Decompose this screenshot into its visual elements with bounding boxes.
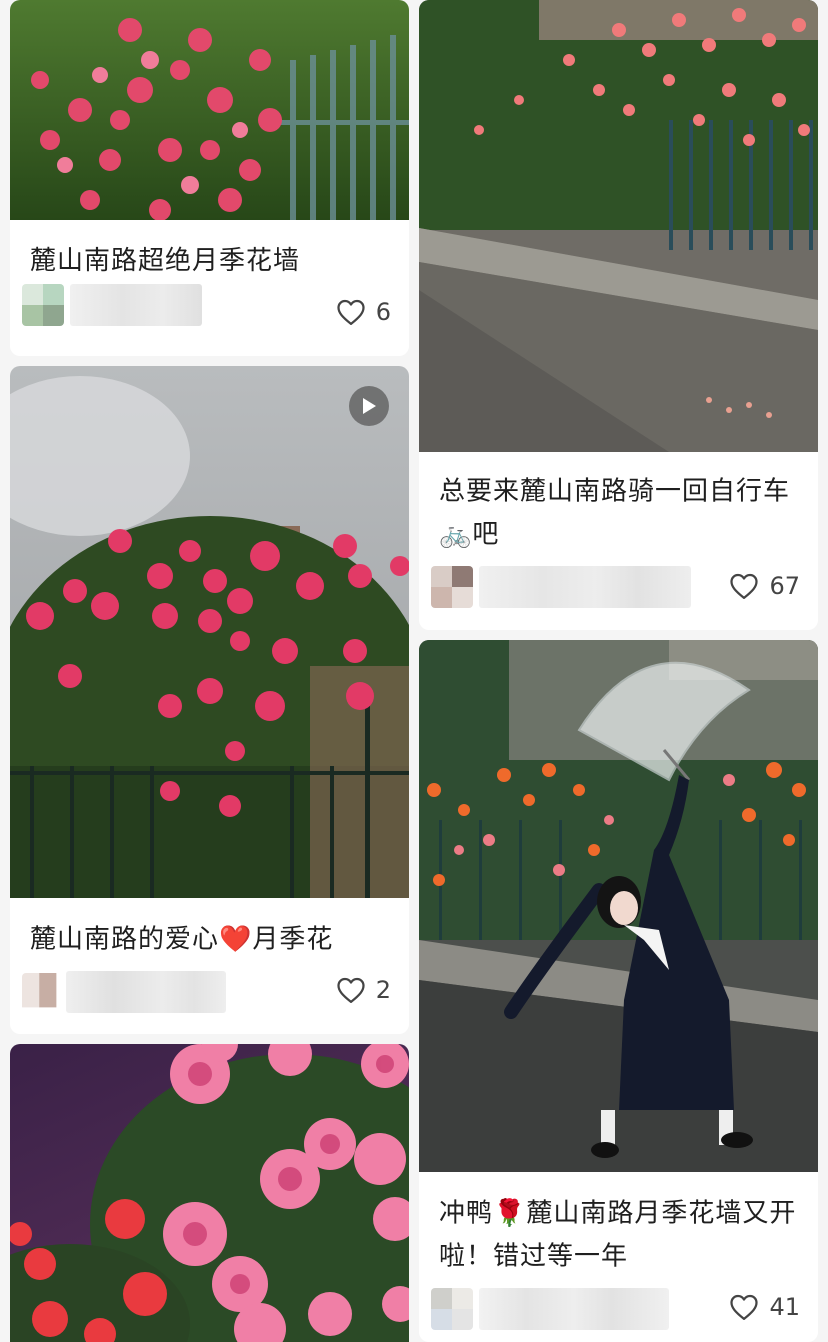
card-2-title[interactable]: 总要来麓山南路骑一回自行车🚲吧: [439, 470, 800, 555]
like-count: 67: [769, 572, 800, 600]
card-4-photo[interactable]: [419, 640, 818, 1172]
note-card-5[interactable]: [10, 1044, 409, 1342]
note-card-1[interactable]: 麓山南路超绝月季花墙 6: [10, 0, 409, 356]
avatar[interactable]: [431, 1288, 473, 1330]
card-3-title[interactable]: 麓山南路的爱心❤️月季花: [30, 918, 391, 961]
note-card-2[interactable]: 总要来麓山南路骑一回自行车🚲吧 67: [419, 0, 818, 630]
avatar[interactable]: [431, 566, 473, 608]
card-3-photo[interactable]: [10, 366, 409, 898]
card-2-photo[interactable]: [419, 0, 818, 452]
avatar[interactable]: [22, 973, 60, 1011]
play-icon: [363, 398, 376, 414]
author-name-blurred[interactable]: [479, 566, 691, 608]
heart-outline-icon: [730, 1294, 759, 1320]
note-card-4[interactable]: 冲鸭🌹麓山南路月季花墙又开啦！错过等一年 41: [419, 640, 818, 1342]
bicycle-emoji-icon: 🚲: [439, 519, 473, 549]
card-3-author[interactable]: [22, 971, 226, 1013]
card-3-like[interactable]: 2: [336, 969, 391, 1011]
card-2-like[interactable]: 67: [729, 565, 800, 607]
red-heart-emoji-icon: ❤️: [219, 924, 253, 955]
card-1-author[interactable]: [22, 284, 202, 326]
card-5-photo[interactable]: [10, 1044, 409, 1342]
author-name-blurred[interactable]: [66, 971, 226, 1013]
heart-outline-icon: [337, 299, 365, 325]
card-4-title[interactable]: 冲鸭🌹麓山南路月季花墙又开啦！错过等一年: [439, 1192, 800, 1277]
heart-outline-icon: [730, 573, 759, 599]
like-count: 2: [375, 976, 391, 1004]
card-1-photo[interactable]: [10, 0, 409, 220]
video-play-badge[interactable]: [349, 386, 389, 426]
card-4-like[interactable]: 41: [729, 1286, 800, 1328]
card-4-author[interactable]: [431, 1288, 669, 1330]
card-1-title[interactable]: 麓山南路超绝月季花墙: [30, 240, 391, 282]
card-1-like[interactable]: 6: [336, 291, 391, 333]
card-2-author[interactable]: [431, 566, 691, 608]
rose-emoji-icon: 🌹: [493, 1198, 527, 1229]
heart-outline-icon: [337, 977, 365, 1003]
author-name-blurred[interactable]: [479, 1288, 669, 1330]
author-name-blurred[interactable]: [70, 284, 202, 326]
like-count: 41: [769, 1293, 800, 1321]
avatar[interactable]: [22, 284, 64, 326]
like-count: 6: [375, 298, 391, 326]
note-card-3[interactable]: 麓山南路的爱心❤️月季花 2: [10, 366, 409, 1034]
